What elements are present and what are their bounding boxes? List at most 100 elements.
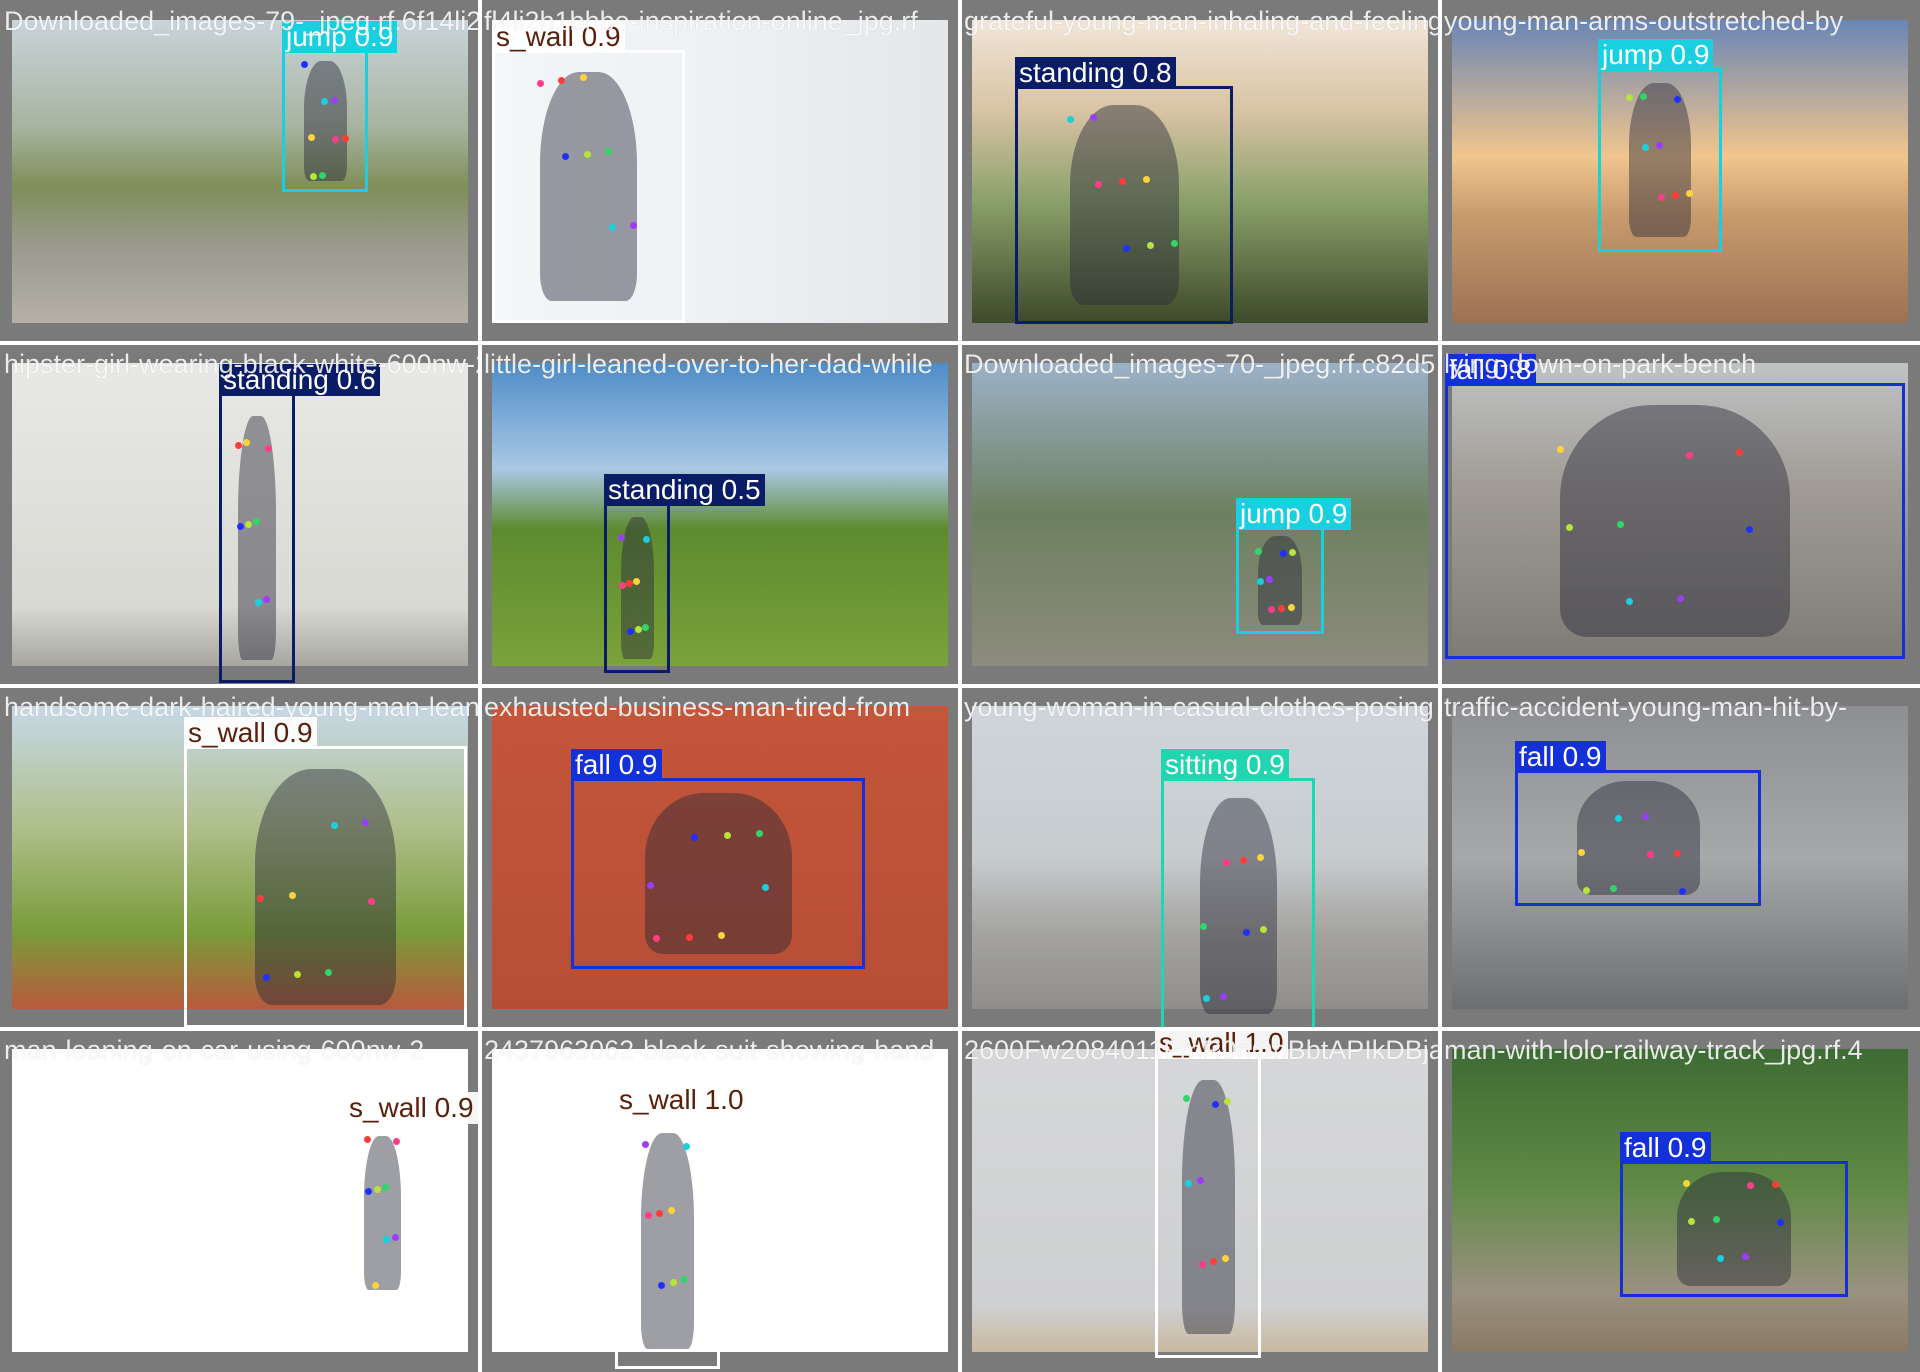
keypoint-dot — [330, 821, 338, 829]
keypoint-dot — [656, 1209, 664, 1217]
keypoint-dot — [1094, 180, 1102, 188]
keypoint-dot — [717, 931, 725, 939]
detection-box-jump: jump 0.9 — [282, 21, 398, 192]
keypoint-dot — [1182, 1095, 1190, 1103]
keypoint-dot — [1639, 92, 1647, 100]
keypoint-dot — [288, 892, 296, 900]
keypoint-dot — [1676, 595, 1684, 603]
keypoint-dot — [1615, 814, 1623, 822]
keypoint-dot — [1202, 995, 1210, 1003]
grid-divider-horizontal — [0, 1027, 1920, 1031]
keypoint-dot — [641, 624, 649, 632]
grid-divider-horizontal — [0, 684, 1920, 688]
keypoint-dot — [1685, 451, 1693, 459]
detection-box-standing: standing 0.6 — [219, 364, 380, 683]
detection-label: fall 0.9 — [571, 749, 662, 781]
mosaic-tile: young-man-arms-outstretched-by jump 0.9 — [1440, 0, 1920, 343]
keypoint-dot — [626, 579, 634, 587]
keypoint-dot — [1256, 577, 1264, 585]
keypoint-dot — [1578, 848, 1586, 856]
keypoint-dot — [629, 221, 637, 229]
keypoint-dot — [1184, 1179, 1192, 1187]
mosaic-tile: little-girl-leaned-over-to-her-dad-while… — [480, 343, 960, 686]
keypoint-dot — [1683, 1179, 1691, 1187]
detection-label: jump 0.9 — [282, 21, 398, 53]
mosaic-tile: man-with-lolo-railway-track_jpg.rf.4 fall… — [1440, 1029, 1920, 1372]
keypoint-dot — [391, 1233, 399, 1241]
detection-label: fall 0.9 — [1620, 1132, 1711, 1164]
detection-label: sitting 0.9 — [1161, 749, 1289, 781]
mosaic-tile: grateful-young-man-inhaling-and-feeling s… — [960, 0, 1440, 343]
tile-photo — [492, 363, 948, 666]
keypoint-dot — [1671, 191, 1679, 199]
keypoint-dot — [1658, 193, 1666, 201]
keypoint-dot — [604, 148, 612, 155]
keypoint-dot — [762, 883, 770, 891]
detection-label: s_wall 0.9 — [184, 717, 317, 749]
detection-box-fall: fall 0.9 — [571, 749, 865, 969]
detection-label: s_wall 0.9 — [345, 1092, 478, 1124]
keypoint-dot — [1687, 1217, 1695, 1225]
detection-box-fall: fall 0.9 — [1515, 741, 1761, 906]
detection-box-s-wall: s_wall 0.9 — [492, 21, 685, 323]
mosaic-tile: lying-down-on-park-bench fall 0.8 — [1440, 343, 1920, 686]
keypoint-dot — [1242, 928, 1250, 936]
keypoint-dot — [330, 96, 338, 104]
detection-box-standing: standing 0.8 — [1015, 57, 1233, 324]
detection-box-s-wall: s_wall 1.0 — [1155, 1029, 1288, 1358]
mosaic-tile: 2600Fw2084011FmR0nOnBbtAPIkDBjaAwSs_wall… — [960, 1029, 1440, 1372]
keypoint-dot — [617, 534, 625, 541]
mosaic-tile: young-woman-in-casual-clothes-posing sitt… — [960, 686, 1440, 1029]
keypoint-dot — [1196, 1176, 1204, 1184]
keypoint-dot — [1583, 886, 1591, 894]
keypoint-dot — [667, 1207, 675, 1215]
keypoint-dot — [1655, 142, 1663, 150]
mosaic-tile: Downloaded_images-79-_jpeg.rf.6f14li2h1b… — [0, 0, 480, 343]
keypoint-dot — [244, 520, 252, 528]
detection-label: fall 0.8 — [1445, 354, 1536, 386]
tile-photo — [12, 20, 468, 323]
keypoint-dot — [1256, 854, 1264, 862]
keypoint-dot — [1566, 523, 1574, 531]
detection-label: jump 0.9 — [1236, 498, 1352, 530]
mosaic-tile: handsome-dark-haired-young-man-leaning s_… — [0, 686, 480, 1029]
keypoint-dot — [1123, 244, 1131, 252]
detection-label: standing 0.6 — [219, 364, 380, 396]
detection-box-standing: standing 0.5 — [604, 474, 765, 673]
keypoint-dot — [372, 1281, 379, 1289]
keypoint-dot — [643, 535, 651, 543]
keypoint-dot — [685, 933, 693, 941]
keypoint-dot — [300, 61, 308, 69]
grid-divider-horizontal — [0, 341, 1920, 345]
keypoint-dot — [579, 74, 587, 82]
keypoint-dot — [1745, 526, 1753, 534]
keypoint-dot — [381, 1184, 389, 1192]
keypoint-dot — [1626, 598, 1633, 606]
keypoint-dot — [583, 150, 591, 158]
mosaic-tile: traffic-accident-young-man-hit-by-fall 0… — [1440, 686, 1920, 1029]
keypoint-dot — [669, 1278, 677, 1286]
keypoint-dot — [367, 898, 375, 906]
keypoint-dot — [341, 135, 349, 143]
keypoint-dot — [1219, 992, 1227, 1000]
detection-box-jump: jump 0.9 — [1598, 39, 1722, 252]
keypoint-dot — [1717, 1254, 1725, 1262]
keypoint-dot — [1239, 856, 1247, 864]
keypoint-dot — [644, 1212, 652, 1220]
keypoint-dot — [1289, 548, 1297, 556]
keypoint-dot — [263, 595, 271, 603]
detection-label: jump 0.9 — [1598, 39, 1714, 71]
keypoint-dot — [236, 523, 244, 531]
keypoint-dot — [325, 968, 333, 976]
keypoint-dot — [1287, 604, 1295, 612]
keypoint-dot — [627, 627, 635, 635]
detection-box-s-wall: s_wall 0.9 — [345, 1092, 478, 1305]
keypoint-dot — [1685, 190, 1693, 198]
keypoint-dot — [254, 598, 262, 606]
keypoint-dot — [308, 133, 316, 141]
keypoint-dot — [658, 1281, 666, 1289]
keypoint-dot — [1198, 1261, 1206, 1269]
mosaic-tile: hipster-girl-wearing-black-white-600nw-2… — [0, 343, 480, 686]
mosaic-tile: man-leaning-on-car-using-600nw-2 s_wall 0… — [0, 1029, 480, 1372]
detection-mosaic: Downloaded_images-79-_jpeg.rf.6f14li2h1b… — [0, 0, 1920, 1372]
